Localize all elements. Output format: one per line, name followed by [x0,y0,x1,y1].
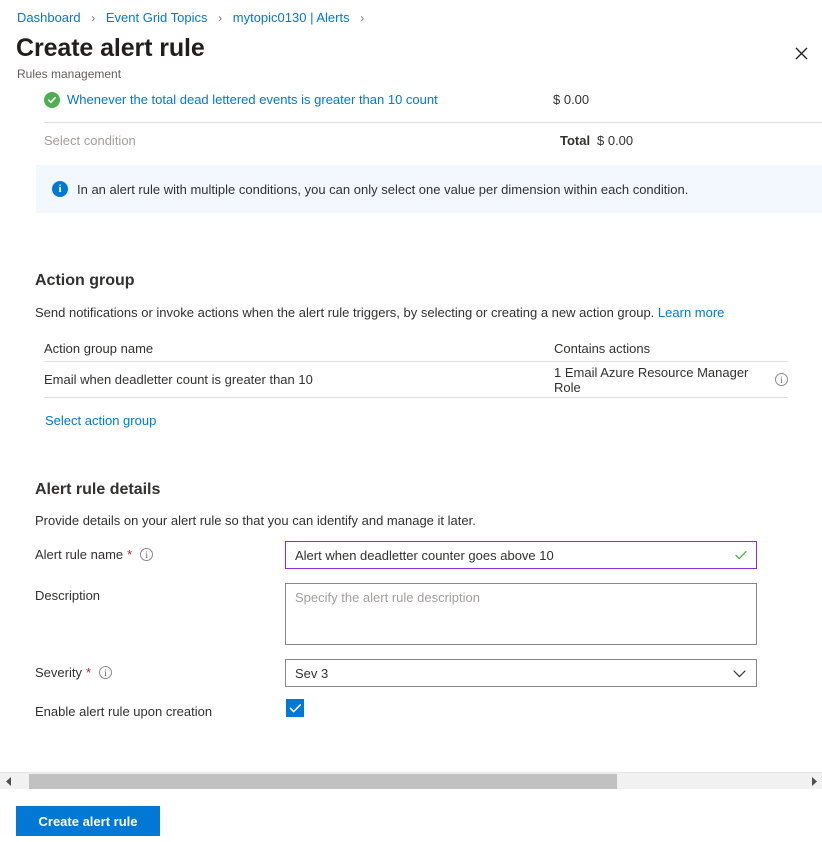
column-header-action-group-name: Action group name [44,341,554,356]
info-icon[interactable]: i [775,373,788,386]
green-check-icon [44,92,60,108]
alert-rule-details-description: Provide details on your alert rule so th… [35,513,476,528]
scroll-right-arrow-icon[interactable] [805,773,822,790]
action-group-heading: Action group [35,272,135,290]
scroll-left-arrow-icon[interactable] [0,773,17,790]
breadcrumb-item-mytopic-alerts[interactable]: mytopic0130 | Alerts [233,10,350,25]
cell-contains-actions: 1 Email Azure Resource Manager Role i [554,365,788,395]
create-alert-rule-button[interactable]: Create alert rule [16,806,160,836]
horizontal-scrollbar[interactable] [0,772,822,789]
table-row[interactable]: Email when deadletter count is greater t… [44,362,788,398]
info-icon[interactable]: i [99,666,112,679]
enable-alert-rule-label-text: Enable alert rule upon creation [35,704,212,719]
alert-rule-name-input[interactable]: Alert when deadletter counter goes above… [285,541,757,569]
select-condition-row[interactable]: Select condition Total $ 0.00 [44,122,822,157]
breadcrumb-item-dashboard[interactable]: Dashboard [17,10,81,25]
info-banner: i In an alert rule with multiple conditi… [36,165,822,213]
condition-row[interactable]: Whenever the total dead lettered events … [44,82,822,117]
create-alert-rule-blade: Dashboard › Event Grid Topics › mytopic0… [0,0,822,842]
total-label: Total [560,133,590,148]
alert-rule-name-label-text: Alert rule name [35,547,123,562]
info-icon: i [52,181,68,197]
alert-rule-name-label: Alert rule name * i [35,547,153,562]
condition-label[interactable]: Whenever the total dead lettered events … [67,92,438,107]
description-label-text: Description [35,588,100,603]
cell-contains-actions-text: 1 Email Azure Resource Manager Role [554,365,769,395]
enable-alert-rule-label: Enable alert rule upon creation [35,704,212,719]
severity-selected-value: Sev 3 [295,666,328,681]
condition-cost: $ 0.00 [553,92,589,107]
page-subtitle: Rules management [17,67,121,82]
severity-select[interactable]: Sev 3 [285,659,757,687]
breadcrumb-chevron-icon: › [360,11,364,25]
page-title: Create alert rule [16,33,205,63]
description-label: Description [35,588,100,603]
table-header-row: Action group name Contains actions [44,336,788,362]
severity-label: Severity * i [35,665,112,680]
scrollbar-thumb[interactable] [29,774,617,789]
breadcrumb: Dashboard › Event Grid Topics › mytopic0… [17,10,371,26]
alert-rule-details-heading: Alert rule details [35,481,160,499]
info-banner-text: In an alert rule with multiple condition… [77,182,688,197]
required-indicator: * [86,665,91,680]
required-indicator: * [127,547,132,562]
action-group-table: Action group name Contains actions Email… [44,336,788,398]
alert-rule-name-value: Alert when deadletter counter goes above… [295,548,734,563]
cell-action-group-name: Email when deadletter count is greater t… [44,372,554,387]
scrollbar-track[interactable] [17,773,805,790]
info-icon[interactable]: i [140,548,153,561]
select-action-group-link[interactable]: Select action group [45,413,156,428]
breadcrumb-item-event-grid-topics[interactable]: Event Grid Topics [106,10,208,25]
description-textarea[interactable]: Specify the alert rule description [285,583,757,645]
learn-more-link[interactable]: Learn more [658,305,724,320]
close-icon[interactable] [788,40,814,66]
column-header-contains-actions: Contains actions [554,341,788,356]
check-icon [734,548,748,562]
breadcrumb-chevron-icon: › [218,11,222,25]
action-group-description-text: Send notifications or invoke actions whe… [35,305,654,320]
select-condition-label[interactable]: Select condition [44,133,136,148]
severity-label-text: Severity [35,665,82,680]
breadcrumb-chevron-icon: › [91,11,95,25]
total-value: $ 0.00 [597,133,633,148]
action-group-description: Send notifications or invoke actions whe… [35,305,724,320]
enable-alert-rule-checkbox[interactable] [286,699,304,717]
chevron-down-icon [733,666,746,681]
